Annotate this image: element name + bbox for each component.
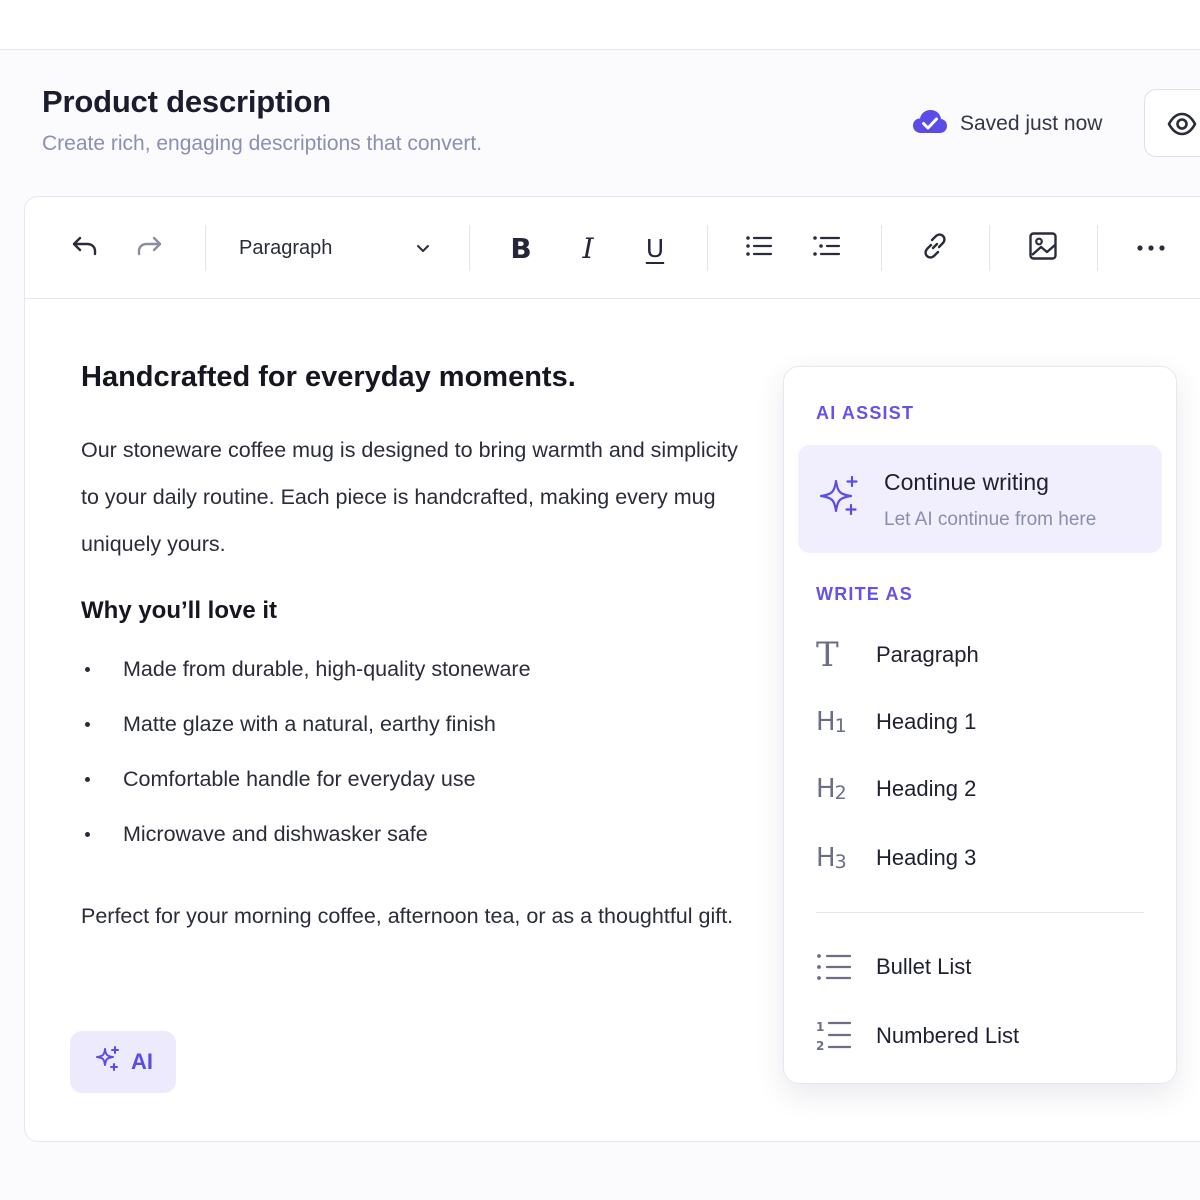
ai-button[interactable]: AI — [70, 1031, 176, 1093]
numbered-list-icon: 12 — [816, 1016, 876, 1056]
block-type-select[interactable]: Paragraph — [239, 227, 439, 269]
list-item: Matte glaze with a natural, earthy finis… — [81, 708, 761, 763]
undo-icon — [70, 234, 100, 263]
document-heading: Handcrafted for everyday moments. — [81, 361, 576, 393]
italic-button[interactable]: I — [570, 230, 606, 266]
heading-2-icon: H2 — [816, 774, 847, 804]
underline-icon: U — [645, 233, 665, 263]
more-button[interactable] — [1133, 230, 1169, 266]
save-status: Saved just now — [912, 108, 1102, 140]
preview-button[interactable] — [1144, 89, 1200, 157]
indent-list-button[interactable] — [809, 230, 845, 266]
write-as-heading-2[interactable]: H2 Heading 2 — [816, 764, 1156, 814]
heading-1-icon: H1 — [816, 707, 847, 737]
write-as-label: WRITE AS — [816, 584, 913, 604]
svg-text:1: 1 — [816, 1020, 824, 1034]
toolbar-divider — [881, 225, 882, 271]
indent-list-icon — [812, 233, 842, 264]
top-bar — [0, 0, 1200, 50]
write-as-heading-3[interactable]: H3 Heading 3 — [816, 833, 1156, 883]
editor-toolbar: Paragraph B I U — [25, 197, 1200, 299]
menu-item-label: Paragraph — [876, 642, 979, 667]
panel-divider — [816, 912, 1144, 913]
chevron-down-icon — [415, 239, 431, 262]
more-icon — [1136, 239, 1166, 257]
menu-item-label: Numbered List — [876, 1023, 1020, 1048]
ai-assist-label: AI ASSIST — [816, 403, 915, 423]
eye-icon — [1167, 110, 1197, 143]
bullet-list-button[interactable] — [741, 230, 777, 266]
continue-writing-option[interactable]: Continue writing Let AI continue from he… — [798, 445, 1162, 553]
page-title: Product description — [42, 84, 332, 119]
feature-list: Made from durable, high-quality stonewar… — [81, 653, 761, 873]
write-as-paragraph[interactable]: T Paragraph — [816, 630, 1156, 680]
document-subheading: Why you’ll love it — [81, 597, 278, 624]
bold-icon: B — [510, 231, 532, 265]
write-as-heading-1[interactable]: H1 Heading 1 — [816, 697, 1156, 747]
write-as-bullet-list[interactable]: Bullet List — [816, 942, 1156, 992]
image-button[interactable] — [1025, 230, 1061, 266]
sparkle-icon — [816, 475, 862, 526]
ai-assist-panel: AI ASSIST Continue writing Let AI contin… — [783, 366, 1177, 1084]
sparkle-icon — [93, 1045, 121, 1079]
ai-button-label: AI — [131, 1049, 153, 1074]
bold-button[interactable]: B — [503, 230, 539, 266]
redo-icon — [134, 234, 164, 263]
toolbar-divider — [1097, 225, 1098, 271]
save-status-text: Saved just now — [960, 112, 1103, 135]
document-intro: Our stoneware coffee mug is designed to … — [81, 438, 738, 556]
underline-button[interactable]: U — [637, 230, 673, 266]
svg-text:2: 2 — [816, 1039, 824, 1053]
document-closing: Perfect for your morning coffee, afterno… — [81, 904, 734, 928]
write-as-numbered-list[interactable]: 12 Numbered List — [816, 1011, 1156, 1061]
toolbar-divider — [707, 225, 708, 271]
link-icon — [920, 231, 950, 266]
redo-button[interactable] — [131, 230, 167, 266]
page-subtitle: Create rich, engaging descriptions that … — [42, 132, 483, 155]
link-button[interactable] — [917, 230, 953, 266]
bullet-list-icon — [744, 233, 774, 264]
block-type-value: Paragraph — [239, 236, 333, 259]
cloud-check-icon — [912, 108, 948, 141]
toolbar-divider — [205, 225, 206, 271]
continue-writing-title: Continue writing — [884, 469, 1049, 495]
toolbar-divider — [989, 225, 990, 271]
heading-3-icon: H3 — [816, 843, 847, 873]
list-item: Microwave and dishwasker safe — [81, 818, 761, 873]
text-t-icon: T — [816, 635, 839, 675]
list-item: Made from durable, high-quality stonewar… — [81, 653, 761, 708]
undo-button[interactable] — [67, 230, 103, 266]
list-item: Comfortable handle for everyday use — [81, 763, 761, 818]
italic-icon: I — [582, 231, 594, 265]
continue-writing-subtitle: Let AI continue from here — [884, 509, 1097, 530]
image-icon — [1028, 231, 1058, 266]
menu-item-label: Heading 3 — [876, 845, 977, 870]
toolbar-divider — [469, 225, 470, 271]
menu-item-label: Heading 1 — [876, 709, 977, 734]
menu-item-label: Heading 2 — [876, 776, 977, 801]
bullet-list-icon — [816, 947, 876, 987]
menu-item-label: Bullet List — [876, 954, 972, 979]
